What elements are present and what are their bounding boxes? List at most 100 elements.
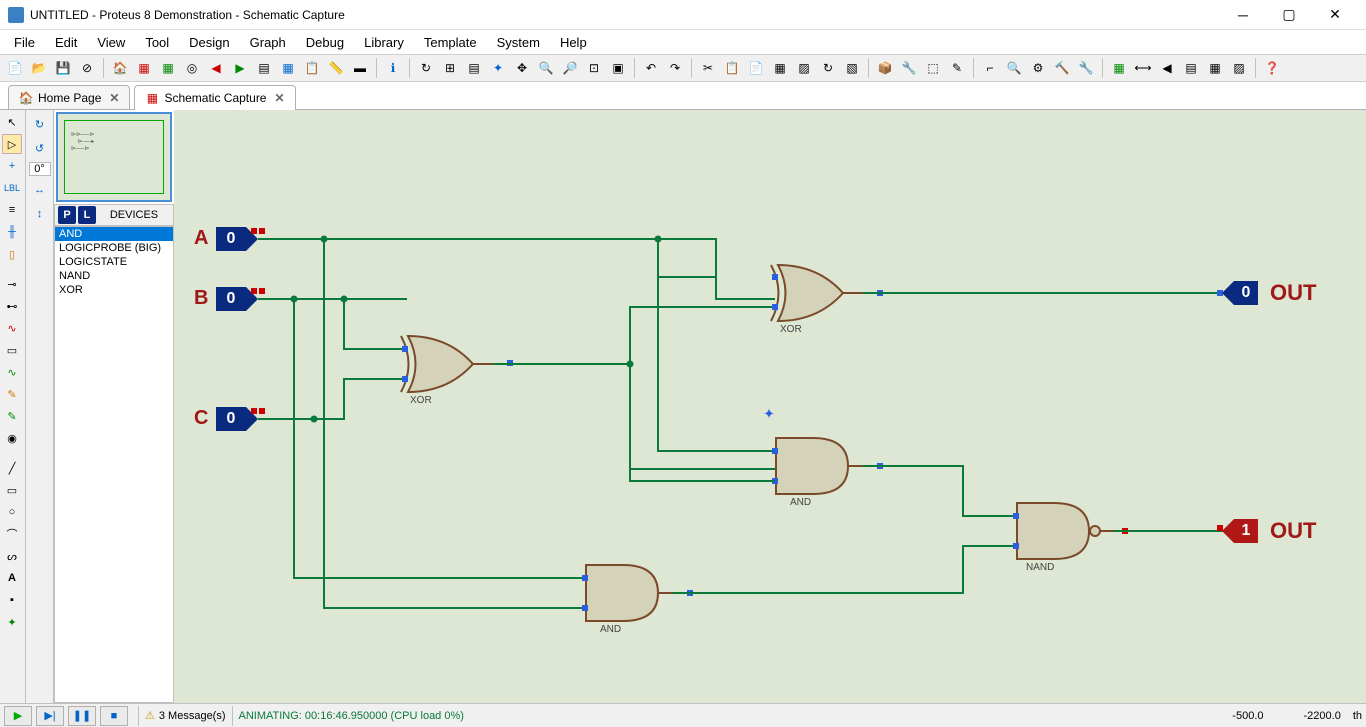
wire[interactable] (323, 238, 325, 608)
search-button[interactable]: 🔍 (1003, 57, 1025, 79)
step-button[interactable]: ▶| (36, 706, 64, 726)
probe-v-mode[interactable]: ✎ (2, 384, 22, 404)
wire[interactable] (658, 238, 716, 240)
wire[interactable] (863, 292, 1223, 294)
redo-button[interactable]: ↷ (664, 57, 686, 79)
block-move-button[interactable]: ▨ (793, 57, 815, 79)
info-button[interactable]: ℹ (382, 57, 404, 79)
device-item-logicstate[interactable]: LOGICSTATE (55, 255, 173, 269)
pick-button[interactable]: 📦 (874, 57, 896, 79)
wire[interactable] (657, 450, 775, 452)
material-button[interactable]: ▦ (1204, 57, 1226, 79)
input-a-logicstate[interactable]: 0 (216, 227, 246, 251)
junction-mode[interactable]: + (2, 156, 22, 176)
layers-button[interactable]: ▤ (463, 57, 485, 79)
gate-and2[interactable] (578, 560, 678, 626)
menu-template[interactable]: Template (414, 33, 487, 52)
wire[interactable] (629, 480, 775, 482)
wire[interactable] (258, 238, 658, 240)
wire[interactable] (962, 465, 964, 517)
wire[interactable] (715, 238, 717, 300)
menu-edit[interactable]: Edit (45, 33, 87, 52)
wire[interactable] (629, 306, 631, 365)
close-tab-home[interactable]: ✕ (109, 91, 119, 105)
menu-file[interactable]: File (4, 33, 45, 52)
line-2d[interactable]: ╱ (2, 458, 22, 478)
arc-2d[interactable]: ⌒ (2, 524, 22, 544)
source-button[interactable]: ▦ (277, 57, 299, 79)
home-button[interactable]: 🏠 (109, 57, 131, 79)
output-sum-probe[interactable]: 0 (1234, 281, 1258, 305)
close-project-button[interactable]: ⊘ (76, 57, 98, 79)
output-carry-probe[interactable]: 1 (1234, 519, 1258, 543)
open-button[interactable]: 📂 (28, 57, 50, 79)
menu-view[interactable]: View (87, 33, 135, 52)
wire[interactable] (629, 363, 631, 470)
symbol-2d[interactable]: ▪ (2, 590, 22, 610)
input-c-logicstate[interactable]: 0 (216, 407, 246, 431)
make-button[interactable]: 🔧 (898, 57, 920, 79)
text-2d[interactable]: A (2, 568, 22, 588)
tool-button[interactable]: 🔨 (1051, 57, 1073, 79)
bom2-button[interactable]: ▨ (1228, 57, 1250, 79)
overview-window[interactable]: ⊳⊳──⊳ ⊳──▸⊳──⊳ (56, 112, 172, 202)
circle-2d[interactable]: ○ (2, 502, 22, 522)
menu-system[interactable]: System (487, 33, 550, 52)
rotate-cw[interactable]: ↻ (30, 114, 50, 134)
block-delete-button[interactable]: ▧ (841, 57, 863, 79)
gate-nand[interactable] (1009, 498, 1119, 564)
device-item-and[interactable]: AND (55, 227, 173, 241)
ruler-button[interactable]: 📏 (325, 57, 347, 79)
gate-xor1[interactable] (398, 331, 498, 397)
device-item-xor[interactable]: XOR (55, 283, 173, 297)
zoom-out-button[interactable]: 🔎 (559, 57, 581, 79)
wire[interactable] (863, 465, 963, 467)
generator-mode[interactable]: ∿ (2, 362, 22, 382)
tab-home[interactable]: 🏠 Home Page ✕ (8, 85, 130, 109)
erc-button[interactable]: ▦ (1108, 57, 1130, 79)
bus-mode[interactable]: ╫ (2, 222, 22, 242)
wire[interactable] (1114, 530, 1223, 532)
box-2d[interactable]: ▭ (2, 480, 22, 500)
cut-button[interactable]: ✂ (697, 57, 719, 79)
wire[interactable] (343, 298, 345, 350)
property-button[interactable]: ⚙ (1027, 57, 1049, 79)
rotation-field[interactable]: 0° (29, 162, 51, 176)
copy-button[interactable]: 📋 (721, 57, 743, 79)
close-tab-schematic[interactable]: ✕ (274, 91, 284, 105)
help2-button[interactable]: ❓ (1261, 57, 1283, 79)
zoom-area-button[interactable]: ▣ (607, 57, 629, 79)
menu-library[interactable]: Library (354, 33, 414, 52)
wire[interactable] (258, 298, 407, 300)
pick-parts-button[interactable]: P (58, 206, 76, 224)
subcircuit-mode[interactable]: ▯ (2, 244, 22, 264)
libraries-button[interactable]: L (78, 206, 96, 224)
schematic-canvas[interactable]: ✦ A B C 0 0 0 (174, 110, 1366, 703)
compile-button[interactable]: ▤ (1180, 57, 1202, 79)
wire[interactable] (343, 378, 405, 380)
device-pins-mode[interactable]: ⊷ (2, 296, 22, 316)
probe-i-mode[interactable]: ✎ (2, 406, 22, 426)
path-2d[interactable]: ᔕ (2, 546, 22, 566)
wire[interactable] (323, 607, 585, 609)
selection-mode[interactable]: ↖ (2, 112, 22, 132)
gerber2-button[interactable]: ▶ (229, 57, 251, 79)
paste-button[interactable]: 📄 (745, 57, 767, 79)
tab-schematic[interactable]: ▦ Schematic Capture ✕ (134, 85, 295, 110)
devices-list[interactable]: AND LOGICPROBE (BIG) LOGICSTATE NAND XOR (54, 226, 174, 703)
wire[interactable] (343, 378, 345, 420)
new-button[interactable]: 📄 (4, 57, 26, 79)
close-button[interactable]: ✕ (1312, 0, 1358, 30)
wire[interactable] (629, 306, 775, 308)
bom-button[interactable]: ▤ (253, 57, 275, 79)
wire[interactable] (657, 276, 715, 278)
instruments-mode[interactable]: ◉ (2, 428, 22, 448)
gerber-button[interactable]: ◀ (205, 57, 227, 79)
packaging-button[interactable]: ⬚ (922, 57, 944, 79)
block-copy-button[interactable]: ▦ (769, 57, 791, 79)
grid-button[interactable]: ⊞ (439, 57, 461, 79)
menu-help[interactable]: Help (550, 33, 597, 52)
wire[interactable] (962, 545, 1016, 547)
save-button[interactable]: 💾 (52, 57, 74, 79)
back-annotate-button[interactable]: ◀ (1156, 57, 1178, 79)
